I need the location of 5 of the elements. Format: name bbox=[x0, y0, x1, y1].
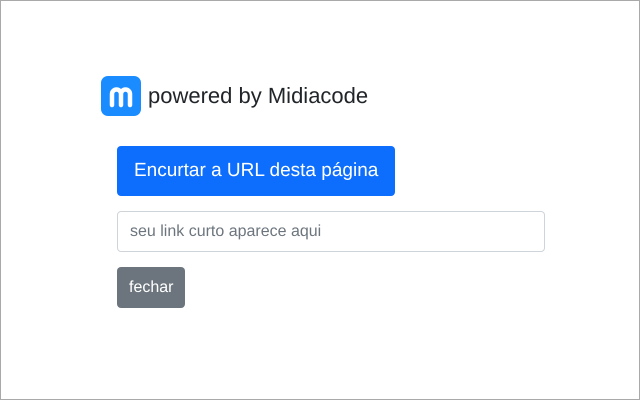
short-link-field[interactable]: seu link curto aparece aqui bbox=[117, 211, 545, 252]
brand-text: powered by Midiacode bbox=[148, 83, 368, 109]
logo-icon bbox=[101, 76, 141, 116]
shorten-button[interactable]: Encurtar a URL desta página bbox=[117, 146, 396, 196]
close-button[interactable]: fechar bbox=[117, 267, 186, 308]
